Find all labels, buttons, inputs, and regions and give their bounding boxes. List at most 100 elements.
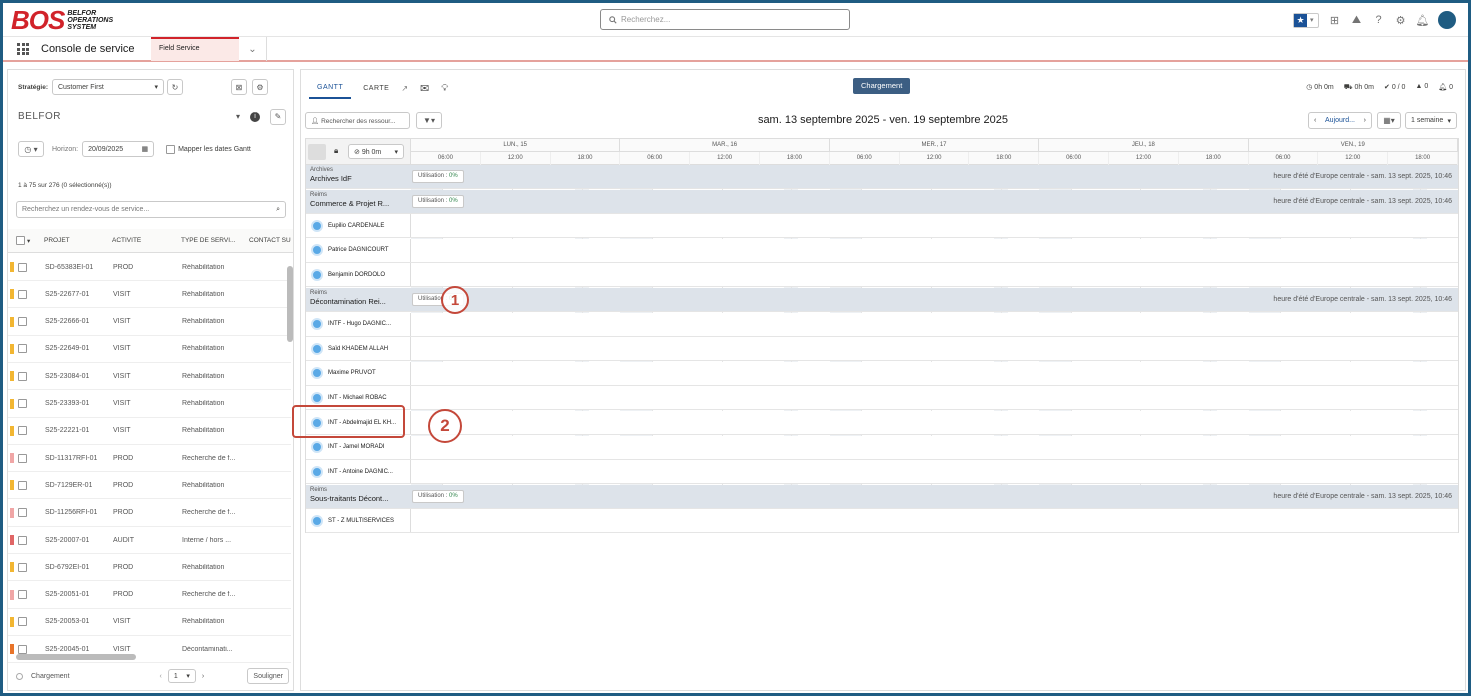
user-avatar[interactable]: [1438, 11, 1456, 29]
add-icon[interactable]: ⊞: [1328, 14, 1341, 27]
strategy-select[interactable]: Customer First ▾: [51, 79, 164, 95]
cell-projet[interactable]: S25-22677-01: [45, 291, 89, 298]
resource-name-cell[interactable]: Eupilio CARDENALE: [306, 214, 411, 238]
cell-projet[interactable]: S25-23084-01: [45, 373, 89, 380]
period-select[interactable]: 1 semaine ▾: [1405, 112, 1457, 129]
favorites-button[interactable]: ★ ▾: [1293, 12, 1319, 28]
resource-name-cell[interactable]: Benjamin DORDOLO: [306, 263, 411, 287]
row-checkbox[interactable]: [18, 289, 27, 299]
nav-menu-chevron-icon[interactable]: ⌄: [239, 37, 267, 61]
cell-projet[interactable]: S25-20007-01: [45, 537, 89, 544]
edit-button[interactable]: ✎: [270, 108, 286, 125]
external-link-icon[interactable]: ↗: [401, 84, 408, 93]
cell-projet[interactable]: SD-6792EI-01: [45, 564, 89, 571]
resource-name-cell[interactable]: INTF - Hugo DAGNIC...: [306, 312, 411, 336]
table-row[interactable]: S25-22666-01 VISIT Réhabilitation: [8, 309, 291, 336]
row-checkbox[interactable]: [18, 590, 27, 600]
resource-name-cell[interactable]: INT - Antoine DAGNIC...: [306, 460, 411, 484]
lock-icon[interactable]: 🔒︎: [334, 146, 338, 156]
row-checkbox[interactable]: [18, 317, 27, 327]
settings-button[interactable]: ⚙: [251, 79, 268, 95]
territory-name[interactable]: BELFOR: [18, 111, 61, 122]
cell-projet[interactable]: S25-22666-01: [45, 318, 89, 325]
table-row[interactable]: S25-23393-01 VISIT Réhabilitation: [8, 391, 291, 418]
territory-group-row[interactable]: Reims Commerce & Projet R... Utilisation :…: [306, 189, 1458, 214]
cell-projet[interactable]: S25-20045-01: [45, 646, 89, 653]
next-icon[interactable]: ›: [1364, 117, 1366, 124]
row-checkbox[interactable]: [18, 344, 27, 354]
time-filter-button[interactable]: ◷ ▾: [18, 141, 44, 157]
page-select[interactable]: 1 ▾: [167, 669, 196, 683]
trailhead-icon[interactable]: ⛰: [1350, 14, 1363, 27]
row-checkbox[interactable]: [18, 262, 27, 272]
prev-page-icon[interactable]: ‹: [160, 673, 162, 680]
save-view-button[interactable]: ⊠: [230, 79, 247, 95]
bell-icon[interactable]: 🔔︎: [1416, 14, 1430, 27]
resource-row[interactable]: Eupilio CARDENALE: [306, 214, 1458, 239]
resource-name-cell[interactable]: Maxime PRUVOT: [306, 361, 411, 385]
tab-gantt[interactable]: GANTT: [309, 78, 352, 99]
row-checkbox[interactable]: [18, 508, 27, 518]
column-header-activite[interactable]: ACTIVITÉ: [112, 237, 141, 244]
calendar-button[interactable]: ▦▾: [1377, 112, 1401, 129]
resource-row[interactable]: INT - Michael ROBAC: [306, 386, 1458, 411]
table-row[interactable]: S25-22649-01 VISIT Réhabilitation: [8, 336, 291, 363]
chevron-down-icon[interactable]: ▾: [27, 237, 30, 245]
resource-row[interactable]: ST - Z MULTISERVICES: [306, 509, 1458, 534]
table-row[interactable]: SD-7129ER-01 PROD Réhabilitation: [8, 472, 291, 500]
highlight-button[interactable]: Souligner: [247, 668, 289, 684]
today-navigator[interactable]: ‹ Aujourd... ›: [1308, 112, 1372, 129]
row-checkbox[interactable]: [18, 535, 27, 545]
resource-name-cell[interactable]: ST - Z MULTISERVICES: [306, 509, 411, 533]
chevron-down-icon[interactable]: ▾: [236, 112, 240, 121]
scrollbar-thumb[interactable]: [287, 266, 293, 342]
column-header-type[interactable]: TYPE DE SERVI...: [181, 237, 243, 244]
resource-row[interactable]: Benjamin DORDOLO: [306, 263, 1458, 288]
cell-projet[interactable]: S25-22649-01: [45, 345, 89, 352]
belfor-logo[interactable]: BOS BELFOR OPERATIONS SYSTEM: [11, 5, 113, 35]
resource-row[interactable]: INT - Antoine DAGNIC...: [306, 460, 1458, 485]
cell-projet[interactable]: S25-20051-01: [45, 591, 89, 598]
row-checkbox[interactable]: [18, 562, 27, 572]
resource-name-cell[interactable]: INT - Jamel MORADI: [306, 435, 411, 459]
select-all-resources-checkbox[interactable]: [308, 144, 326, 160]
today-button[interactable]: Aujourd...: [1325, 117, 1355, 124]
row-checkbox[interactable]: [18, 644, 27, 654]
app-launcher-icon[interactable]: [17, 43, 29, 55]
table-row[interactable]: SD-65383EI-01 PROD Réhabilitation: [8, 254, 291, 281]
info-icon[interactable]: i: [250, 111, 260, 122]
column-header-contact[interactable]: CONTACT SU: [249, 237, 293, 244]
resource-row[interactable]: INT - Abdelmajid EL KH...: [306, 411, 1458, 435]
vertical-scrollbar[interactable]: [287, 256, 293, 656]
cell-projet[interactable]: S25-23393-01: [45, 400, 89, 407]
lightbulb-icon[interactable]: 💡︎: [441, 83, 448, 94]
mail-icon[interactable]: ✉: [420, 82, 429, 95]
cell-projet[interactable]: SD-11256RFI-01: [45, 509, 97, 516]
row-checkbox[interactable]: [18, 453, 27, 463]
hours-filter-select[interactable]: ⊘ 9h 0m ▾: [348, 144, 404, 159]
horizontal-scrollbar[interactable]: [16, 654, 136, 660]
gear-icon[interactable]: ⚙: [1394, 14, 1407, 27]
resource-row[interactable]: INTF - Hugo DAGNIC...: [306, 312, 1458, 337]
resource-row[interactable]: Saïd KHADEM ALLAH: [306, 337, 1458, 362]
map-gantt-dates-checkbox[interactable]: [166, 144, 176, 154]
table-row[interactable]: SD-11317RFI-01 PROD Recherche de f...: [8, 445, 291, 473]
tab-map[interactable]: CARTE: [355, 79, 397, 98]
table-row[interactable]: SD-11256RFI-01 PROD Recherche de f...: [8, 500, 291, 527]
prev-icon[interactable]: ‹: [1314, 117, 1316, 124]
horizon-date-input[interactable]: 20/09/2025 ▦: [82, 141, 155, 157]
appointment-search-input[interactable]: Recherchez un rendez-vous de service... ⌕: [16, 201, 286, 218]
table-row[interactable]: SD-6792EI-01 PROD Réhabilitation: [8, 554, 291, 582]
global-search-input[interactable]: Recherchez...: [600, 9, 850, 30]
table-row[interactable]: S25-20007-01 AUDIT Interne / hors ...: [8, 527, 291, 554]
row-checkbox[interactable]: [18, 480, 27, 490]
next-page-icon[interactable]: ›: [202, 673, 204, 680]
cell-projet[interactable]: SD-7129ER-01: [45, 482, 92, 489]
table-row[interactable]: S25-23084-01 VISIT Réhabilitation: [8, 363, 291, 391]
table-row[interactable]: S25-20053-01 VISIT Réhabilitation: [8, 609, 291, 636]
select-all-checkbox[interactable]: [16, 236, 25, 245]
resource-row[interactable]: INT - Jamel MORADI: [306, 435, 1458, 460]
resource-row[interactable]: Patrice DAGNICOURT: [306, 238, 1458, 263]
table-row[interactable]: S25-22677-01 VISIT Réhabilitation: [8, 281, 291, 309]
cell-projet[interactable]: S25-20053-01: [45, 618, 89, 625]
